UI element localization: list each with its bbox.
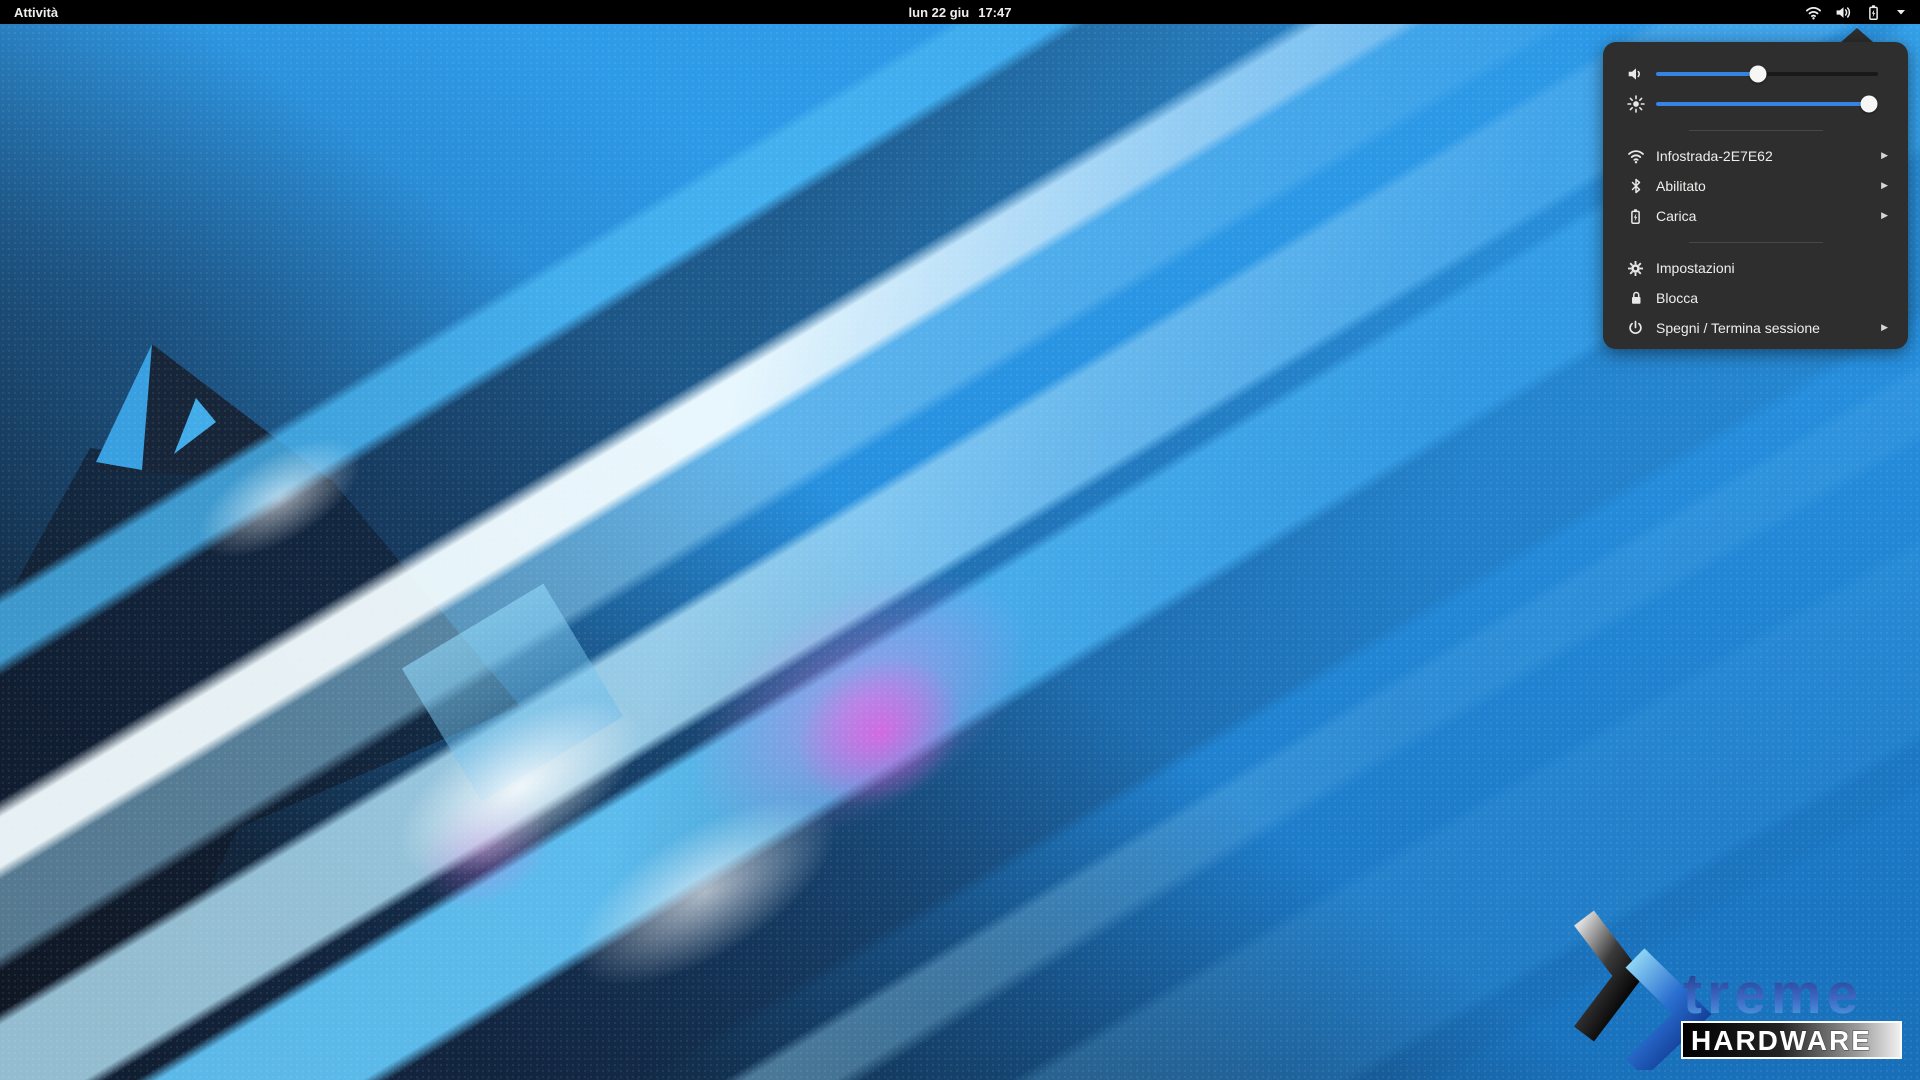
power-item-label: Spegni / Termina sessione [1656, 320, 1873, 336]
volume-slider-row [1603, 59, 1908, 89]
clock-time: 17:47 [978, 5, 1011, 20]
menu-item-battery[interactable]: Carica ▶ [1603, 201, 1908, 231]
wifi-icon [1626, 147, 1645, 166]
brightness-slider-handle[interactable] [1861, 96, 1878, 113]
menu-item-bluetooth[interactable]: Abilitato ▶ [1603, 171, 1908, 201]
brightness-slider[interactable] [1656, 95, 1878, 113]
lock-item-label: Blocca [1656, 290, 1888, 306]
network-item-label: Infostrada-2E7E62 [1656, 148, 1873, 164]
menu-item-lock[interactable]: Blocca [1603, 283, 1908, 313]
power-icon [1626, 319, 1645, 338]
submenu-arrow-icon: ▶ [1881, 181, 1888, 191]
lock-icon [1626, 289, 1645, 308]
menu-separator [1603, 231, 1908, 253]
speaker-icon [1626, 65, 1645, 84]
menu-separator [1603, 119, 1908, 141]
logo-x-dark-chevron [1584, 918, 1628, 1034]
menu-item-settings[interactable]: Impostazioni [1603, 253, 1908, 283]
clock-button[interactable]: lun 22 giu 17:47 [909, 5, 1012, 20]
sun-icon [1626, 95, 1645, 114]
submenu-arrow-icon: ▶ [1881, 323, 1888, 333]
volume-slider-fill [1656, 72, 1758, 76]
settings-item-label: Impostazioni [1656, 260, 1888, 276]
menu-item-power[interactable]: Spegni / Termina sessione ▶ [1603, 313, 1908, 343]
clock-date: lun 22 giu [909, 5, 970, 20]
bluetooth-icon [1626, 177, 1645, 196]
submenu-arrow-icon: ▶ [1881, 151, 1888, 161]
battery-icon [1865, 4, 1882, 21]
logo-word-bottom: HARDWARE [1691, 1025, 1872, 1056]
brightness-slider-fill [1656, 102, 1869, 106]
battery-item-label: Carica [1656, 208, 1873, 224]
system-menu: Infostrada-2E7E62 ▶ Abilitato ▶ Carica ▶ [1603, 42, 1908, 349]
bluetooth-item-label: Abilitato [1656, 178, 1873, 194]
top-bar: Attività lun 22 giu 17:47 [0, 0, 1920, 24]
xtreme-hardware-logo: treme HARDWARE [1572, 910, 1912, 1070]
activities-label: Attività [14, 5, 58, 20]
menu-item-network[interactable]: Infostrada-2E7E62 ▶ [1603, 141, 1908, 171]
logo-word-top: treme [1683, 962, 1863, 1026]
submenu-arrow-icon: ▶ [1881, 211, 1888, 221]
volume-slider[interactable] [1656, 65, 1878, 83]
volume-icon [1835, 4, 1852, 21]
brightness-slider-row [1603, 89, 1908, 119]
desktop-screen: treme HARDWARE Attività lun 22 giu 17:47 [0, 0, 1920, 1080]
wifi-icon [1805, 4, 1822, 21]
gear-icon [1626, 259, 1645, 278]
system-tray-button[interactable] [1792, 0, 1920, 24]
menu-pointer-arrow [1841, 28, 1873, 42]
chevron-down-icon [1895, 6, 1907, 18]
volume-slider-handle[interactable] [1750, 66, 1767, 83]
battery-icon [1626, 207, 1645, 226]
activities-button[interactable]: Attività [0, 0, 72, 24]
